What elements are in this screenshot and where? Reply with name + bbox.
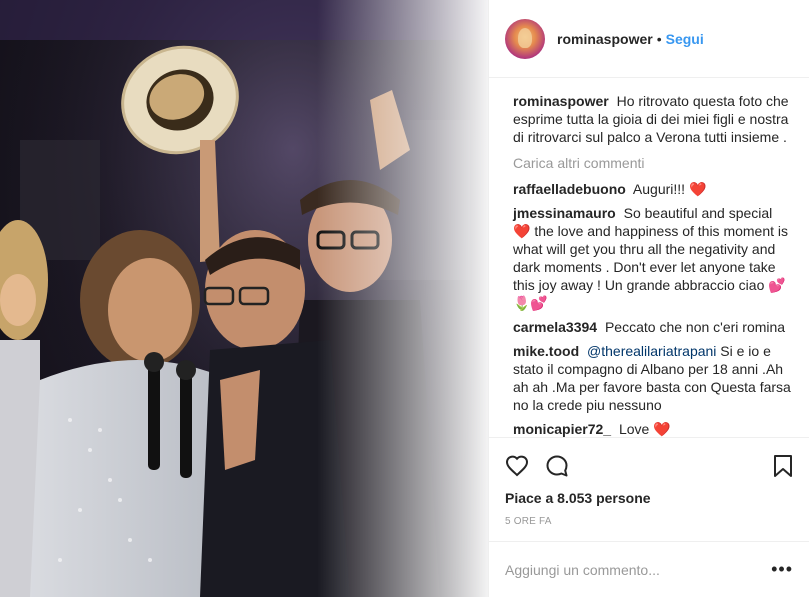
heart-emoji: ❤️ — [688, 181, 707, 197]
heart-outline-icon — [505, 455, 529, 477]
add-comment-bar: ••• — [489, 541, 809, 597]
post-timestamp[interactable]: 5 ORE FA — [505, 516, 793, 527]
instagram-post: rominaspower • Segui rominaspower Ho rit… — [0, 0, 809, 597]
comment-bubble-icon — [546, 455, 568, 477]
heart-emoji: ❤️ — [653, 421, 671, 437]
add-comment-input[interactable] — [505, 561, 772, 578]
follow-button[interactable]: Segui — [666, 31, 704, 47]
comment-text: Auguri!!! — [632, 181, 686, 197]
comment-username[interactable]: carmela3394 — [513, 319, 597, 335]
post-actions: Piace a 8.053 persone 5 ORE FA — [489, 437, 809, 541]
concert-photo-illustration — [0, 0, 488, 597]
more-dots-icon[interactable]: ••• — [771, 559, 793, 580]
comment-username[interactable]: jmessinamauro — [513, 205, 616, 221]
header-username[interactable]: rominaspower — [557, 31, 653, 47]
caption-username[interactable]: rominaspower — [513, 93, 609, 109]
comment-button[interactable] — [545, 446, 585, 486]
comment-username[interactable]: mike.tood — [513, 343, 579, 359]
caption: rominaspower Ho ritrovato questa foto ch… — [513, 92, 793, 146]
post-photo[interactable] — [0, 0, 488, 597]
likes-count[interactable]: Piace a 8.053 persone — [505, 490, 793, 506]
comment-item: raffaelladebuono Auguri!!! ❤️ — [513, 180, 793, 198]
post-header: rominaspower • Segui — [489, 0, 809, 78]
like-button[interactable] — [505, 446, 545, 486]
comment-item: mike.tood @therealilariatrapani Si e io … — [513, 342, 793, 414]
save-button[interactable] — [753, 446, 793, 486]
comment-mention-link[interactable]: @therealilariatrapani — [587, 343, 716, 359]
comment-text: Love — [618, 421, 650, 437]
comment-item: jmessinamauro So beautiful and special ❤… — [513, 204, 793, 312]
post-sidebar: rominaspower • Segui rominaspower Ho rit… — [488, 0, 809, 597]
bookmark-icon — [774, 455, 792, 477]
comments-list: rominaspower Ho ritrovato questa foto ch… — [489, 78, 809, 437]
comment-username[interactable]: monicapier72_ — [513, 421, 611, 437]
comment-item: carmela3394 Peccato che non c'eri romina — [513, 318, 793, 336]
comment-text: Peccato che non c'eri romina — [604, 319, 786, 335]
comment-item: monicapier72_ Love ❤️ — [513, 420, 793, 437]
action-icons-row — [505, 446, 793, 486]
load-more-comments-link[interactable]: Carica altri commenti — [513, 154, 793, 172]
comment-username[interactable]: raffaelladebuono — [513, 181, 626, 197]
avatar[interactable] — [505, 18, 545, 59]
header-separator: • — [656, 30, 662, 47]
